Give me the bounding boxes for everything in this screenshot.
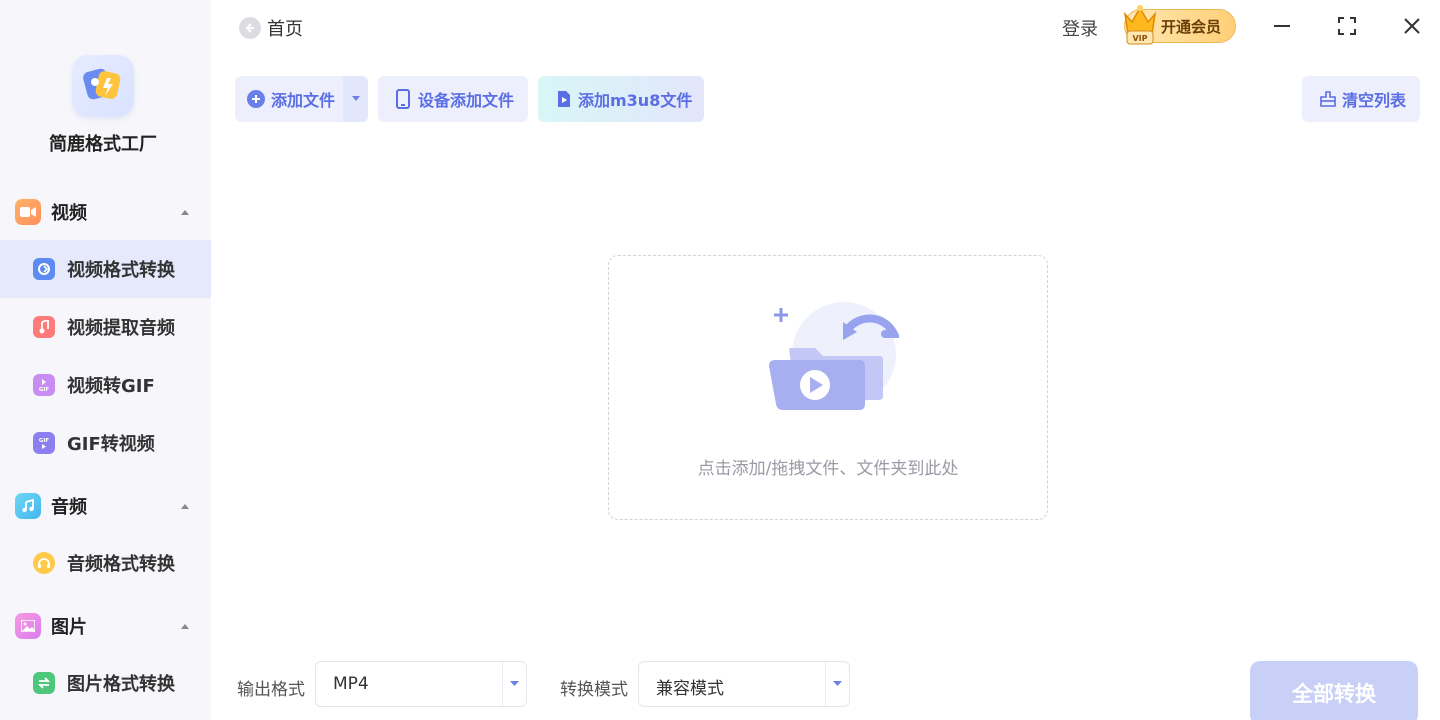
sidebar-item-label: 视频提取音频 xyxy=(67,318,175,339)
output-format-select[interactable]: MP4 xyxy=(315,661,527,707)
drop-zone-hint: 点击添加/拖拽文件、文件夹到此处 xyxy=(697,459,959,479)
clear-list-label: 清空列表 xyxy=(1342,91,1407,110)
sidebar-item-label: GIF转视频 xyxy=(67,434,155,455)
sidebar-item-label: 视频格式转换 xyxy=(67,260,175,281)
video-file-icon xyxy=(558,91,570,107)
add-m3u8-label: 添加m3u8文件 xyxy=(578,91,693,110)
maximize-icon xyxy=(1338,17,1356,35)
gif-video-icon: GIF xyxy=(33,432,55,454)
convert-all-button[interactable]: 全部转换 xyxy=(1250,661,1418,720)
sidebar-group-video[interactable]: 视频 xyxy=(0,192,211,232)
caret-up-icon xyxy=(181,503,189,509)
home-label: 首页 xyxy=(267,19,303,40)
image-icon xyxy=(15,613,41,639)
sidebar-group-audio[interactable]: 音频 xyxy=(0,486,211,526)
chevron-down-icon xyxy=(351,96,360,101)
sidebar-item-audio-format-convert[interactable]: 音频格式转换 xyxy=(0,534,211,592)
vip-button[interactable]: VIP 开通会员 xyxy=(1123,5,1236,45)
close-button[interactable] xyxy=(1400,14,1424,38)
video-camera-icon xyxy=(15,199,41,225)
music-icon xyxy=(15,493,41,519)
sidebar-item-video-format-convert[interactable]: 视频格式转换 xyxy=(0,240,211,298)
convert-icon xyxy=(33,258,55,280)
sidebar-item-video-extract-audio[interactable]: 视频提取音频 xyxy=(0,298,211,356)
convert-mode-label: 转换模式 xyxy=(560,680,628,700)
back-arrow-icon xyxy=(239,17,261,39)
app-logo-icon xyxy=(72,55,134,117)
image-convert-icon xyxy=(33,672,55,694)
sidebar-group-label: 图片 xyxy=(51,617,87,638)
caret-up-icon xyxy=(181,209,189,215)
sidebar-item-label: 音频格式转换 xyxy=(67,554,175,575)
login-link[interactable]: 登录 xyxy=(1062,15,1098,41)
vip-label: 开通会员 xyxy=(1161,17,1222,36)
crown-icon: VIP xyxy=(1123,5,1157,45)
gif-icon: GIF xyxy=(33,374,55,396)
minimize-button[interactable] xyxy=(1270,14,1294,38)
close-icon xyxy=(1404,18,1420,34)
convert-mode-value: 兼容模式 xyxy=(656,679,724,699)
convert-mode-select[interactable]: 兼容模式 xyxy=(638,661,850,707)
add-m3u8-button[interactable]: 添加m3u8文件 xyxy=(538,76,704,122)
svg-text:GIF: GIF xyxy=(39,438,50,444)
sidebar-item-label: 图片格式转换 xyxy=(67,674,175,695)
device-add-file-button[interactable]: 设备添加文件 xyxy=(378,76,528,122)
add-file-button[interactable]: 添加文件 xyxy=(235,76,368,122)
output-format-value: MP4 xyxy=(333,674,369,694)
sidebar: 简鹿格式工厂 视频 视频格式转换 视频提取音频 GIF 视频转GIF GIF G… xyxy=(0,0,211,720)
music-note-icon xyxy=(33,316,55,338)
chevron-down-icon xyxy=(825,662,849,706)
maximize-button[interactable] xyxy=(1335,14,1359,38)
sidebar-group-image[interactable]: 图片 xyxy=(0,606,211,646)
sidebar-item-gif-to-video[interactable]: GIF GIF转视频 xyxy=(0,414,211,472)
chevron-down-icon xyxy=(502,662,526,706)
minimize-icon xyxy=(1274,25,1290,27)
caret-up-icon xyxy=(181,623,189,629)
device-add-file-label: 设备添加文件 xyxy=(418,91,515,110)
output-format-label: 输出格式 xyxy=(237,680,305,700)
clear-list-button[interactable]: 清空列表 xyxy=(1302,76,1420,122)
add-file-dropdown[interactable] xyxy=(343,76,368,122)
headphones-icon xyxy=(33,552,55,574)
folder-video-illustration-icon xyxy=(769,302,899,410)
sidebar-item-video-to-gif[interactable]: GIF 视频转GIF xyxy=(0,356,211,414)
plus-circle-icon xyxy=(247,90,265,108)
svg-text:GIF: GIF xyxy=(39,387,50,392)
add-file-label: 添加文件 xyxy=(271,91,336,110)
file-drop-zone[interactable]: 点击添加/拖拽文件、文件夹到此处 xyxy=(608,255,1048,520)
sidebar-item-image-format-convert[interactable]: 图片格式转换 xyxy=(0,654,211,712)
sidebar-group-label: 音频 xyxy=(51,497,87,518)
vip-badge: VIP xyxy=(1132,34,1147,43)
broom-icon xyxy=(1320,91,1336,107)
phone-icon xyxy=(396,89,410,109)
convert-all-label: 全部转换 xyxy=(1292,682,1376,706)
sidebar-item-label: 视频转GIF xyxy=(67,376,155,397)
app-title: 简鹿格式工厂 xyxy=(49,134,157,155)
sidebar-group-label: 视频 xyxy=(51,203,87,224)
home-button[interactable]: 首页 xyxy=(239,15,303,41)
